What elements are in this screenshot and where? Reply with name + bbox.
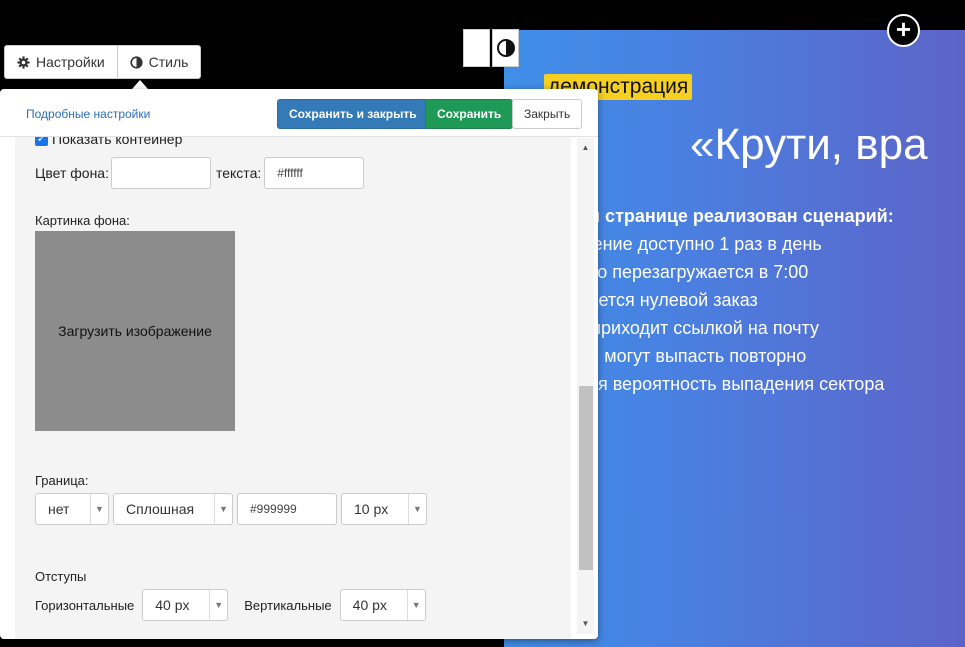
scroll-down-icon[interactable]: ▼ [577,616,594,632]
plus-icon: + [895,14,912,44]
tab-style-label: Стиль [148,54,189,70]
bg-image-label: Картинка фона: [35,213,130,228]
chevron-down-icon: ▼ [214,494,232,524]
border-style-select[interactable]: Сплошная ▼ [113,493,233,525]
save-button[interactable]: Сохранить [425,99,514,129]
tab-settings[interactable]: Настройки [5,46,117,78]
half-circle-icon [497,39,515,57]
detailed-settings-link[interactable]: Подробные настройки [26,107,150,121]
border-style-value: Сплошная [126,501,195,517]
gear-icon [17,55,30,69]
text-color-label: текста: [215,165,262,181]
vertical-padding-select[interactable]: 40 px ▼ [339,589,426,621]
border-width-select[interactable]: 10 px ▼ [341,493,427,525]
border-side-select[interactable]: нет ▼ [35,493,109,525]
panel-body: ✓ Показать контейнер Цвет фона: текста: … [15,137,571,639]
list-item: зы могут выпасть повторно [578,346,807,366]
add-block-button[interactable]: + [887,14,920,47]
border-color-input[interactable]: #999999 [237,493,337,525]
upload-image-label: Загрузить изображение [58,323,212,339]
padding-row: Горизонтальные 40 px ▼ Вертикальные 40 p… [35,589,426,621]
preview-heading: ой странице реализован сценарий: [578,206,894,226]
style-settings-panel: Подробные настройки Сохранить и закрыть … [0,89,598,639]
half-circle-icon [130,55,143,69]
list-item: ная вероятность выпадения сектора [578,374,885,394]
text-color-input[interactable]: #ffffff [264,157,365,189]
horizontal-padding-select[interactable]: 40 px ▼ [142,589,229,621]
preview-title: «Крути, вра [690,120,928,169]
list-item: дается нулевой заказ [578,290,758,310]
chevron-down-icon: ▼ [209,590,227,620]
panel-header: Подробные настройки Сохранить и закрыть … [0,89,598,137]
style-toggle-button[interactable] [492,29,519,67]
padding-label: Отступы [35,569,87,584]
upload-image-button[interactable]: Загрузить изображение [35,231,235,431]
horizontal-padding-value: 40 px [155,597,190,613]
tab-pointer [132,80,148,89]
border-width-value: 10 px [354,501,389,517]
chevron-down-icon: ▼ [408,494,426,524]
show-container-label: Показать контейнер [52,137,183,147]
list-item: есо перезагружается в 7:00 [578,262,809,282]
show-container-checkbox[interactable]: ✓ [35,137,48,146]
list-item: з приходит ссылкой на почту [578,318,820,338]
bg-color-label: Цвет фона: [35,165,109,181]
preview-list: ой странице реализован сценарий: щение д… [578,202,894,398]
close-button[interactable]: Закрыть [512,99,583,129]
color-row: Цвет фона: текста: #ffffff [35,157,365,189]
border-label: Граница: [35,473,89,488]
border-row: нет ▼ Сплошная ▼ #999999 10 px ▼ [35,493,427,525]
tab-style[interactable]: Стиль [116,46,201,78]
save-and-close-button[interactable]: Сохранить и закрыть [277,99,429,129]
vertical-padding-value: 40 px [352,597,387,613]
scroll-thumb[interactable] [579,386,593,570]
chevron-down-icon: ▼ [90,494,108,524]
scroll-up-icon[interactable]: ▲ [577,140,594,156]
settings-tabs: Настройки Стиль [4,45,202,79]
list-item: щение доступно 1 раз в день [578,234,822,254]
bg-color-input[interactable] [110,157,211,189]
panel-scrollbar[interactable]: ▲ ▼ [577,138,594,634]
settings-toggle-button[interactable] [463,29,490,67]
show-container-row: ✓ Показать контейнер [35,137,182,147]
vertical-label: Вертикальные [244,597,332,613]
border-side-value: нет [48,501,70,517]
tab-settings-label: Настройки [36,54,105,70]
horizontal-label: Горизонтальные [35,597,135,613]
chevron-down-icon: ▼ [406,590,425,620]
